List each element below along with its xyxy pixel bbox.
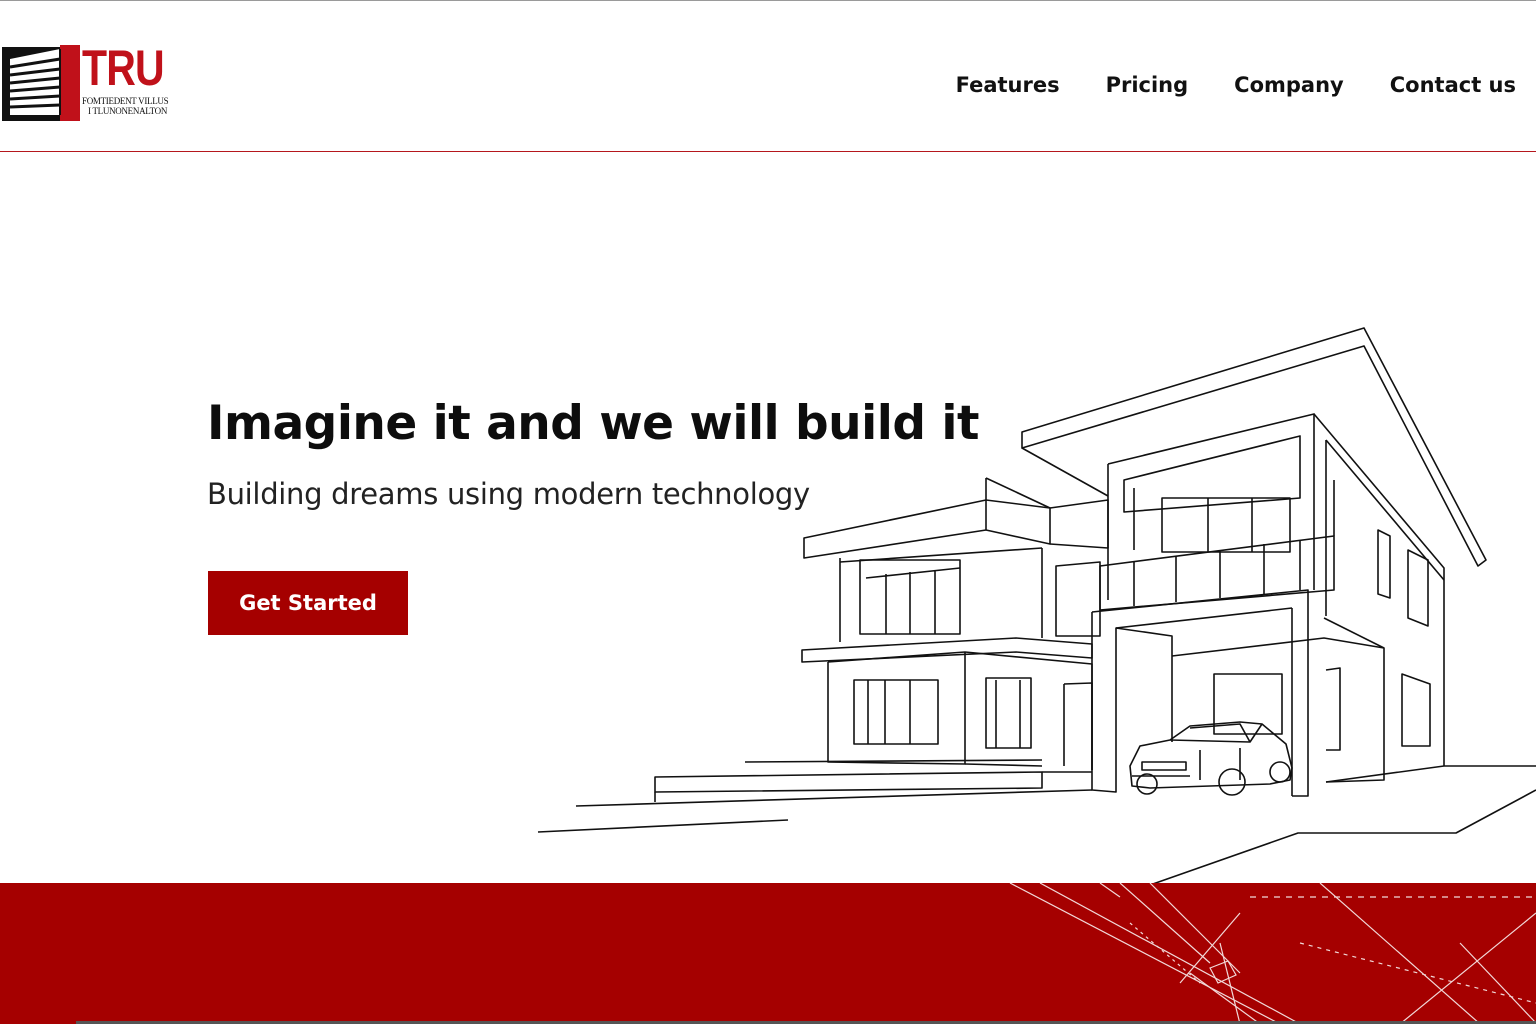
blueprint-lines-decoration — [1009, 883, 1536, 1024]
brand-tagline-secondary: I TLUNONENALTON — [88, 106, 168, 116]
get-started-button[interactable]: Get Started — [208, 571, 408, 635]
building-logo-icon — [2, 45, 80, 121]
red-footer-band — [0, 883, 1536, 1024]
main-nav: Features Pricing Company Contact us — [956, 73, 1516, 97]
nav-contact-us[interactable]: Contact us — [1390, 73, 1516, 97]
nav-pricing[interactable]: Pricing — [1106, 73, 1189, 97]
brand-logo[interactable]: TRU FOMTIEDENT VILLUS I TLUNONENALTON — [2, 40, 172, 125]
brand-name: TRU — [82, 40, 165, 96]
page: TRU FOMTIEDENT VILLUS I TLUNONENALTON Fe… — [0, 0, 1536, 1024]
header-divider — [0, 151, 1536, 152]
site-header: TRU FOMTIEDENT VILLUS I TLUNONENALTON Fe… — [0, 1, 1536, 151]
brand-tagline: FOMTIEDENT VILLUS — [82, 96, 169, 106]
nav-features[interactable]: Features — [956, 73, 1060, 97]
house-illustration — [537, 327, 1536, 886]
nav-company[interactable]: Company — [1234, 73, 1344, 97]
